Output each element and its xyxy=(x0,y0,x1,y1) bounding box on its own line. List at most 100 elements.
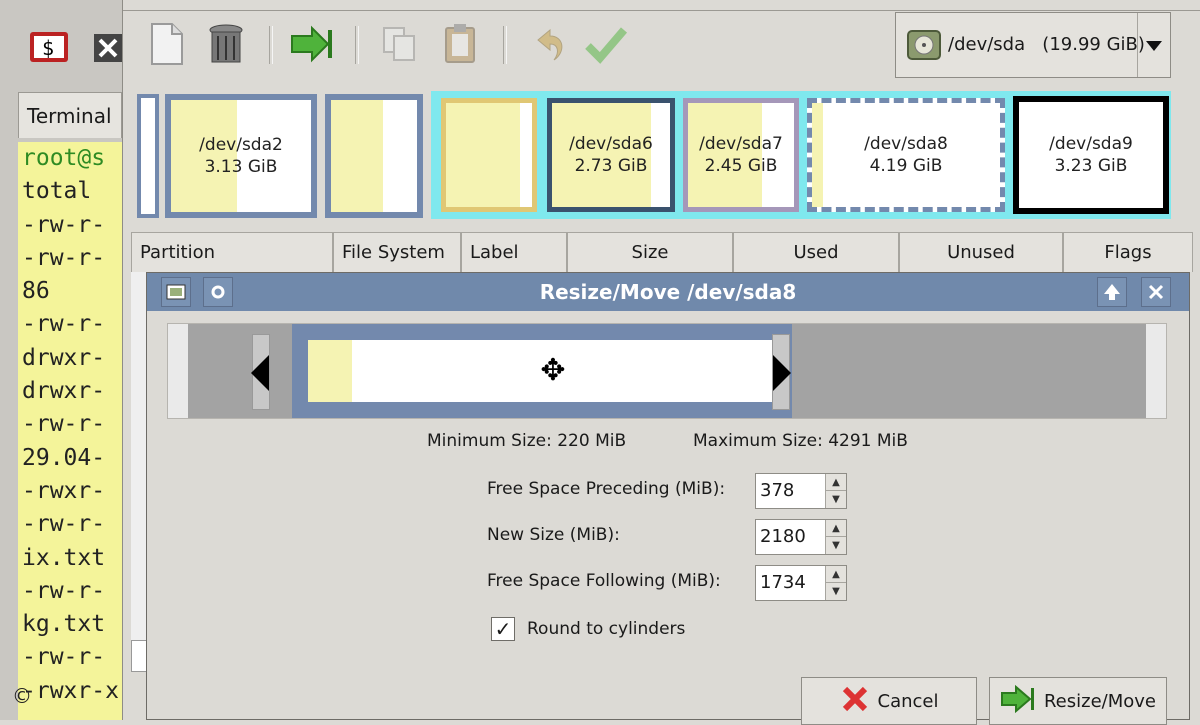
free-preceding-label: Free Space Preceding (MiB): xyxy=(487,479,726,499)
copyright-mark: © xyxy=(12,684,32,708)
terminal-line: -rwxr- xyxy=(22,477,106,504)
terminal-output: root@s total -rw-r- -rw-r- 86 -rw-r- drw… xyxy=(18,142,122,720)
terminal-line: root@s xyxy=(22,145,106,171)
column-used[interactable]: Used xyxy=(733,232,899,272)
partition-name: /dev/sda8 xyxy=(864,134,948,154)
decrement-icon[interactable]: ▼ xyxy=(826,491,846,508)
partition-name: /dev/sda9 xyxy=(1049,134,1133,154)
free-following-label: Free Space Following (MiB): xyxy=(487,571,721,591)
partition-block[interactable]: /dev/sda7 2.45 GiB xyxy=(683,98,799,212)
round-to-cylinders-label[interactable]: Round to cylinders xyxy=(527,617,685,641)
partition-size: 2.45 GiB xyxy=(704,156,778,176)
new-size-value[interactable]: 2180 xyxy=(760,520,806,554)
terminal-launcher-icon[interactable]: $ xyxy=(28,26,72,66)
terminal-line: ix.txt xyxy=(22,544,106,571)
partition-block[interactable] xyxy=(325,94,423,218)
partition-block[interactable]: /dev/sda2 3.13 GiB xyxy=(165,94,317,218)
column-flags[interactable]: Flags xyxy=(1063,232,1193,272)
partition-label: /dev/sda8 4.19 GiB xyxy=(864,133,948,177)
free-preceding-value[interactable]: 378 xyxy=(760,474,794,508)
move-icon[interactable]: ✥ xyxy=(536,354,570,388)
partition-resizer[interactable]: ✥ xyxy=(167,323,1167,419)
toolbar-separator xyxy=(503,26,507,64)
close-window-icon[interactable] xyxy=(92,26,122,66)
terminal-line: -rw-r- xyxy=(22,411,106,438)
chevron-down-icon[interactable] xyxy=(1137,13,1170,77)
partition-list-header: Partition File System Label Size Used Un… xyxy=(131,232,1193,272)
partition-size: 3.23 GiB xyxy=(1054,156,1128,176)
resize-move-button[interactable]: Resize/Move xyxy=(989,677,1167,725)
delete-icon[interactable] xyxy=(203,20,249,68)
partition-label: /dev/sda7 2.45 GiB xyxy=(699,133,783,177)
right-resize-handle[interactable] xyxy=(772,334,791,410)
new-size-spinner[interactable]: 2180 ▲ ▼ xyxy=(755,519,847,555)
cancel-button[interactable]: Cancel xyxy=(801,677,977,725)
column-unused[interactable]: Unused xyxy=(899,232,1063,272)
partition-block[interactable]: /dev/sda6 2.73 GiB xyxy=(547,98,675,212)
terminal-line: kg.txt xyxy=(22,611,106,638)
terminal-line: drwxr- xyxy=(22,378,106,405)
partition-block[interactable]: /dev/sda9 3.23 GiB xyxy=(1013,96,1169,214)
partition-block-selected[interactable]: /dev/sda8 4.19 GiB xyxy=(807,98,1005,212)
column-partition[interactable]: Partition xyxy=(131,232,333,272)
cancel-label: Cancel xyxy=(877,690,939,712)
undo-icon xyxy=(525,20,571,68)
round-to-cylinders-checkbox[interactable]: ✓ xyxy=(491,617,515,641)
resize-move-dialog: Resize/Move /dev/sda8 ✥ Minimum Size: 22… xyxy=(146,272,1190,725)
partition-name: /dev/sda6 xyxy=(569,134,653,154)
column-size[interactable]: Size xyxy=(567,232,733,272)
free-following-spinner[interactable]: 1734 ▲ ▼ xyxy=(755,565,847,601)
terminal-line: -rw-r- xyxy=(22,211,106,238)
paste-icon xyxy=(437,20,483,68)
increment-icon[interactable]: ▲ xyxy=(826,474,846,491)
terminal-line: -rwxr-x xyxy=(22,677,119,704)
column-filesystem[interactable]: File System xyxy=(333,232,461,272)
terminal-line: -rw-r- xyxy=(22,244,106,271)
partition-slider[interactable]: ✥ xyxy=(292,324,792,418)
raise-icon[interactable] xyxy=(1097,277,1127,307)
increment-icon[interactable]: ▲ xyxy=(826,520,846,537)
resize-move-icon[interactable] xyxy=(289,20,335,68)
used-bar xyxy=(331,100,383,212)
close-icon[interactable] xyxy=(1141,277,1171,307)
new-size-label: New Size (MiB): xyxy=(487,525,620,545)
decrement-icon[interactable]: ▼ xyxy=(826,583,846,600)
device-size: (19.99 GiB) xyxy=(1042,34,1145,55)
increment-icon[interactable]: ▲ xyxy=(826,566,846,583)
cancel-icon xyxy=(840,684,870,719)
terminal-tab[interactable]: Terminal xyxy=(18,92,122,138)
dialog-titlebar: Resize/Move /dev/sda8 xyxy=(147,273,1189,311)
partition-name: /dev/sda7 xyxy=(699,134,783,154)
used-bar xyxy=(308,340,352,402)
partition-block[interactable] xyxy=(441,98,537,212)
terminal-line: 86 xyxy=(22,278,50,305)
new-icon[interactable] xyxy=(143,20,189,68)
decrement-icon[interactable]: ▼ xyxy=(826,537,846,554)
menubar xyxy=(123,0,1200,11)
toolbar-separator xyxy=(269,26,273,64)
terminal-line: total xyxy=(22,178,92,205)
terminal-tab-label: Terminal xyxy=(27,104,112,128)
left-resize-handle[interactable] xyxy=(251,334,270,410)
minimum-size-text: Minimum Size: 220 MiB xyxy=(427,431,627,451)
used-bar xyxy=(446,103,520,207)
resize-move-icon xyxy=(1000,684,1036,719)
partition-map: /dev/sda2 3.13 GiB /dev/sda6 2.73 GiB /d… xyxy=(137,88,1191,222)
svg-text:$: $ xyxy=(42,36,54,60)
free-following-value[interactable]: 1734 xyxy=(760,566,806,600)
partition-size: 4.19 GiB xyxy=(869,156,943,176)
spinner-buttons: ▲ ▼ xyxy=(825,566,846,600)
column-label[interactable]: Label xyxy=(461,232,567,272)
partition-label: /dev/sda6 2.73 GiB xyxy=(569,133,653,177)
partition-name: /dev/sda2 xyxy=(199,135,283,155)
terminal-line: 29.04- xyxy=(22,444,106,471)
partition-label: /dev/sda9 3.23 GiB xyxy=(1049,133,1133,177)
spinner-buttons: ▲ ▼ xyxy=(825,474,846,508)
free-preceding-spinner[interactable]: 378 ▲ ▼ xyxy=(755,473,847,509)
copy-icon xyxy=(377,20,423,68)
partition-block[interactable] xyxy=(137,94,159,218)
partition-body[interactable]: ✥ xyxy=(308,340,778,402)
dialog-title: Resize/Move /dev/sda8 xyxy=(539,280,797,304)
apply-icon xyxy=(583,20,629,68)
device-selector[interactable]: /dev/sda (19.99 GiB) xyxy=(895,12,1171,78)
